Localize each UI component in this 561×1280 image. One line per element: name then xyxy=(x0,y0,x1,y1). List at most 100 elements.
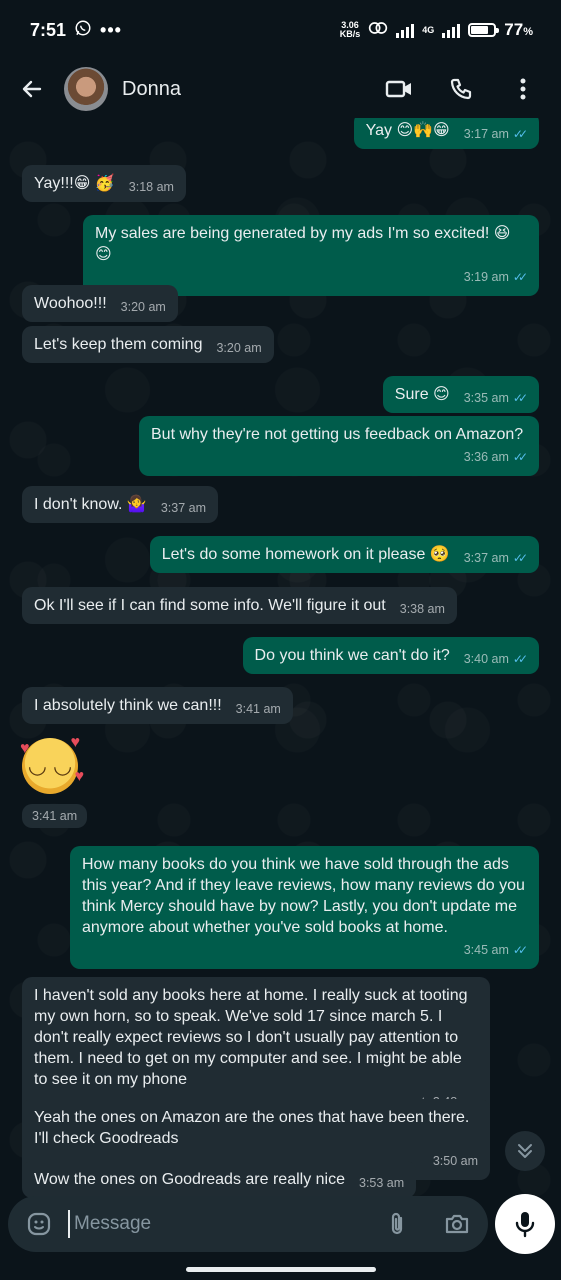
message-bubble[interactable]: Do you think we can't do it? 3:40 am ✓✓ xyxy=(242,637,539,674)
camera-button[interactable] xyxy=(442,1209,472,1239)
message-time: 3:17 am xyxy=(463,127,509,141)
message-time: 3:19 am xyxy=(463,270,509,284)
message-time: 3:50 am xyxy=(432,1154,478,1168)
message-bubble[interactable]: But why they're not getting us feedback … xyxy=(139,416,539,476)
message-meta: 3:45 am ✓✓ xyxy=(82,940,528,961)
message-meta: 3:36 am ✓✓ xyxy=(151,447,528,468)
message-text: I absolutely think we can!!! xyxy=(34,697,222,714)
message-bubble[interactable]: Woohoo!!! 3:20 am xyxy=(22,285,178,322)
message-text: But why they're not getting us feedback … xyxy=(151,426,524,443)
message-input[interactable] xyxy=(68,1210,368,1238)
message-meta: 3:40 am ✓✓ xyxy=(464,649,528,670)
video-call-icon xyxy=(385,80,411,98)
message-text: Woohoo!!! xyxy=(34,295,107,312)
battery-percent: 77% xyxy=(504,20,533,40)
message-time: 3:53 am xyxy=(359,1176,405,1190)
message-meta: 3:20 am xyxy=(216,338,261,359)
network-speed-unit: KB/s xyxy=(339,29,361,39)
message-composer xyxy=(8,1196,488,1252)
phone-icon xyxy=(450,78,472,100)
message-time: 3:35 am xyxy=(463,391,509,405)
message-time: 3:38 am xyxy=(399,602,445,616)
message-bubble[interactable]: Wow the ones on Goodreads are really nic… xyxy=(22,1161,417,1198)
double-chevron-down-icon xyxy=(518,1144,532,1158)
message-bubble[interactable]: Let's keep them coming 3:20 am xyxy=(22,326,274,363)
paperclip-icon xyxy=(391,1212,403,1235)
read-ticks-icon: ✓✓ xyxy=(512,391,528,405)
message-bubble[interactable]: Let's do some homework on it please 🥺 3:… xyxy=(149,536,539,573)
battery-icon xyxy=(468,23,500,37)
video-call-button[interactable] xyxy=(385,75,413,103)
message-time: 3:18 am xyxy=(128,180,174,194)
more-vertical-icon xyxy=(520,78,526,100)
message-text: I don't know. 🤷‍♀️ xyxy=(34,496,147,513)
gesture-navigation-bar[interactable] xyxy=(186,1267,376,1272)
message-time: 3:20 am xyxy=(120,300,166,314)
message-bubble[interactable]: My sales are being generated by my ads I… xyxy=(83,215,539,296)
message-text: Wow the ones on Goodreads are really nic… xyxy=(34,1171,345,1188)
contact-name[interactable]: Donna xyxy=(122,78,385,101)
chat-area[interactable]: Yay 😊🙌😁 3:17 am ✓✓ Yay!!!😁 🥳 3:18 am My s… xyxy=(0,118,561,1198)
more-notifications-icon: ••• xyxy=(100,19,122,40)
message-time: 3:41 am xyxy=(235,702,281,716)
message-meta: 3:17 am ✓✓ xyxy=(463,124,528,145)
message-text: Sure 😊 xyxy=(394,386,450,403)
read-ticks-icon: ✓✓ xyxy=(512,450,528,464)
message-text: Let's keep them coming xyxy=(34,336,203,353)
voice-message-button[interactable] xyxy=(495,1194,555,1254)
message-text: Yay!!!😁 🥳 xyxy=(34,175,115,192)
message-text: Do you think we can't do it? xyxy=(254,647,450,664)
read-ticks-icon: ✓✓ xyxy=(512,652,528,666)
message-text: Yay 😊🙌😁 xyxy=(365,122,450,139)
avatar[interactable] xyxy=(64,67,108,111)
message-bubble[interactable]: Yay!!!😁 🥳 3:18 am xyxy=(22,165,186,202)
status-bar: 7:51 ••• 3.06 KB/s 4G 77% xyxy=(0,0,561,60)
message-text: Let's do some homework on it please 🥺 xyxy=(161,546,450,563)
message-text: My sales are being generated by my ads I… xyxy=(95,225,511,263)
battery-value: 77 xyxy=(504,20,524,39)
hotspot-icon xyxy=(368,20,388,41)
message-meta: 3:20 am xyxy=(121,297,166,318)
message-meta: 3:37 am ✓✓ xyxy=(463,548,528,569)
message-meta: 3:41 am xyxy=(236,699,281,720)
message-bubble[interactable]: I absolutely think we can!!! 3:41 am xyxy=(22,687,293,724)
back-button[interactable] xyxy=(18,75,46,103)
message-time: 3:36 am xyxy=(463,450,509,464)
read-ticks-icon: ✓✓ xyxy=(512,270,528,284)
message-meta: 3:53 am xyxy=(359,1173,404,1194)
heart-icon: ♥ xyxy=(74,768,85,785)
sticker-icon xyxy=(27,1212,51,1236)
message-text: Yeah the ones on Amazon are the ones tha… xyxy=(34,1109,470,1147)
signal-icon xyxy=(396,22,415,38)
message-meta: 3:38 am xyxy=(400,599,445,620)
battery-unit: % xyxy=(523,26,533,38)
message-text: Ok I'll see if I can find some info. We'… xyxy=(34,597,386,614)
message-bubble[interactable]: Yay 😊🙌😁 3:17 am ✓✓ xyxy=(353,118,539,149)
read-ticks-icon: ✓✓ xyxy=(512,551,528,565)
voice-call-button[interactable] xyxy=(447,75,475,103)
heart-icon: ♥ xyxy=(20,740,30,757)
message-bubble[interactable]: Ok I'll see if I can find some info. We'… xyxy=(22,587,457,624)
message-time: 3:37 am xyxy=(463,551,509,565)
network-type: 4G xyxy=(422,24,435,35)
sticker-button[interactable] xyxy=(24,1209,54,1239)
message-meta: 3:18 am xyxy=(129,177,174,198)
whatsapp-notification-icon xyxy=(74,19,92,42)
smiling-face-hearts-sticker[interactable]: 🥰 ◡ ◡ ♥ ♥ ♥ xyxy=(20,734,84,794)
message-time: 3:37 am xyxy=(160,501,206,515)
more-menu-button[interactable] xyxy=(509,75,537,103)
message-meta: 3:35 am ✓✓ xyxy=(463,388,528,409)
read-ticks-icon: ✓✓ xyxy=(512,943,528,957)
heart-icon: ♥ xyxy=(70,734,81,751)
status-time: 7:51 xyxy=(30,19,67,40)
message-bubble[interactable]: Sure 😊 3:35 am ✓✓ xyxy=(382,376,539,413)
scroll-to-bottom-button[interactable] xyxy=(505,1131,545,1171)
message-bubble[interactable]: How many books do you think we have sold… xyxy=(70,846,539,969)
network-speed: 3.06 KB/s xyxy=(340,21,361,39)
camera-icon xyxy=(445,1214,469,1234)
attach-button[interactable] xyxy=(382,1209,412,1239)
message-time: 3:45 am xyxy=(463,943,509,957)
arrow-left-icon xyxy=(22,80,42,98)
message-time: 3:20 am xyxy=(216,341,262,355)
message-bubble[interactable]: I don't know. 🤷‍♀️ 3:37 am xyxy=(22,486,218,523)
